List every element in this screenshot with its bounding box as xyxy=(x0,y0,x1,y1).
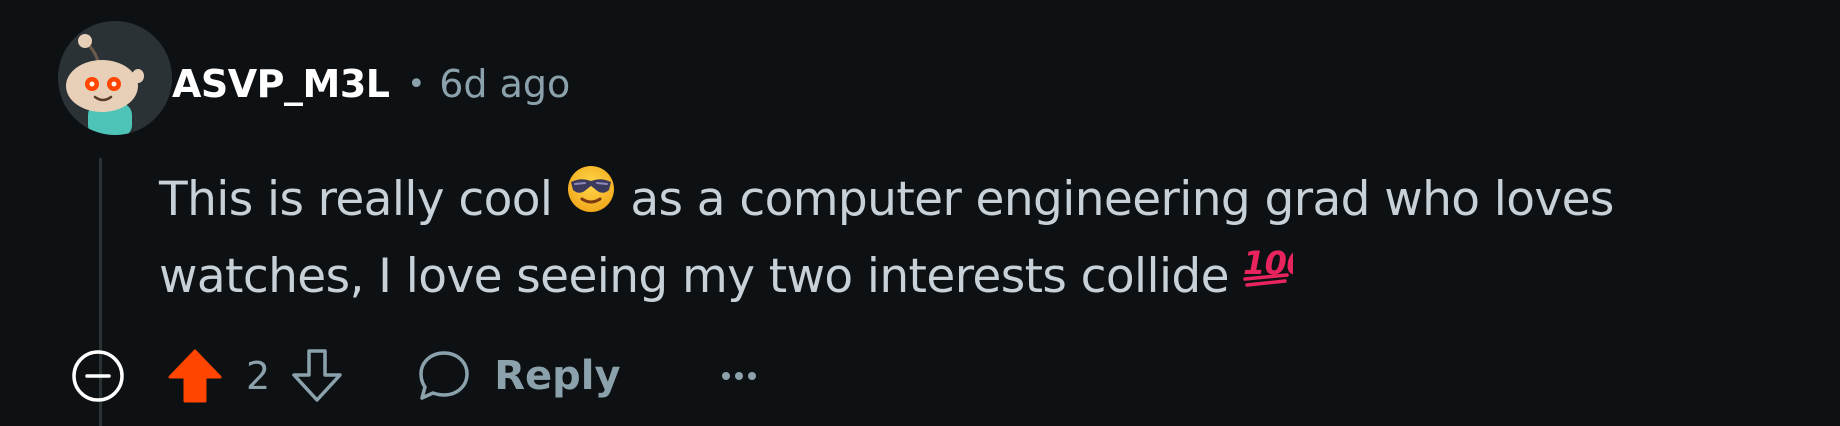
downvote-button[interactable] xyxy=(290,348,344,404)
reply-label: Reply xyxy=(494,353,621,399)
comment-header: ASVP_M3L • 6d ago xyxy=(172,54,570,114)
collapse-minus-icon xyxy=(72,350,124,402)
comment-body: This is really cool as a computer engine… xyxy=(159,163,1819,316)
hundred-points-icon: 100 xyxy=(1241,238,1309,311)
collapse-button[interactable] xyxy=(70,348,126,404)
comment: ASVP_M3L • 6d ago This is really cool as… xyxy=(0,0,1840,426)
author-username[interactable]: ASVP_M3L xyxy=(172,62,390,106)
reply-button[interactable]: Reply xyxy=(416,348,621,404)
vote-count: 2 xyxy=(246,354,271,398)
comment-timestamp[interactable]: 6d ago xyxy=(439,62,570,106)
comment-actions: 2 Reply xyxy=(70,344,759,408)
upvote-button[interactable] xyxy=(168,348,222,404)
upvote-arrow-icon xyxy=(168,349,222,403)
chat-bubble-icon xyxy=(419,351,469,400)
meta-separator: • xyxy=(407,66,426,102)
comment-text-part-1: This is really cool xyxy=(159,172,553,227)
more-options-button[interactable] xyxy=(719,366,759,386)
avatar[interactable] xyxy=(58,21,172,135)
downvote-arrow-icon xyxy=(292,349,342,402)
smiling-face-with-sunglasses-icon xyxy=(564,160,618,235)
ellipsis-icon xyxy=(721,372,756,380)
snoo-avatar-icon xyxy=(58,21,172,135)
